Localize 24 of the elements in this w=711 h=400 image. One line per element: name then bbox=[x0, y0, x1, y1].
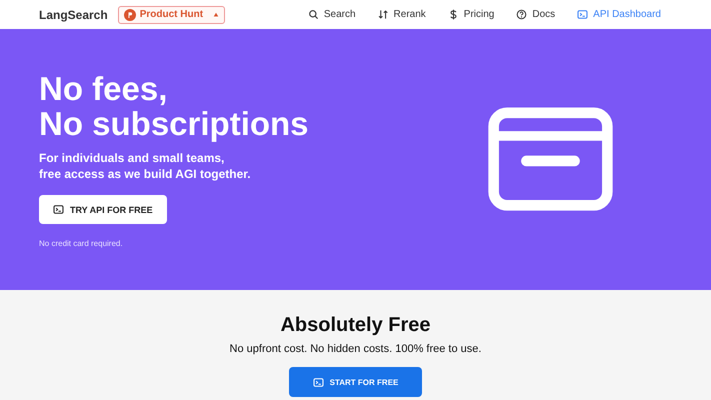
sort-arrows-icon bbox=[378, 9, 389, 20]
note-text: No credit card required. bbox=[39, 239, 124, 248]
help-icon bbox=[516, 9, 528, 20]
terminal-icon bbox=[312, 376, 324, 388]
terminal-icon bbox=[53, 204, 64, 215]
search-icon bbox=[308, 9, 319, 20]
product-hunt-badge[interactable]: Product Hunt bbox=[118, 6, 226, 24]
nav-link[interactable]: API Dashboard bbox=[577, 9, 661, 20]
dollar-icon bbox=[448, 9, 459, 20]
section-title: Absolutely Free bbox=[280, 314, 431, 337]
section-text: No upfront cost. No hidden costs. 100% free to use. bbox=[230, 343, 482, 355]
product-hunt-icon bbox=[124, 8, 136, 20]
terminal-icon bbox=[577, 9, 588, 20]
nav-link[interactable]: Docs bbox=[516, 9, 556, 20]
upvote-icon bbox=[213, 12, 220, 18]
hero-title: No fees, No subscriptions bbox=[39, 71, 309, 141]
hero-subtitle: For individuals and small teams, free access as we build AGI together. bbox=[39, 150, 252, 182]
nav-link[interactable]: Search bbox=[308, 9, 356, 20]
start-button[interactable]: START FOR FREE bbox=[288, 367, 422, 397]
nav-link[interactable]: Rerank bbox=[378, 9, 426, 20]
credit-card-icon bbox=[487, 106, 614, 212]
try-api-button[interactable]: TRY API FOR FREE bbox=[39, 195, 167, 224]
nav-link[interactable]: Pricing bbox=[448, 9, 494, 20]
logo[interactable]: LangSearch bbox=[39, 8, 108, 22]
